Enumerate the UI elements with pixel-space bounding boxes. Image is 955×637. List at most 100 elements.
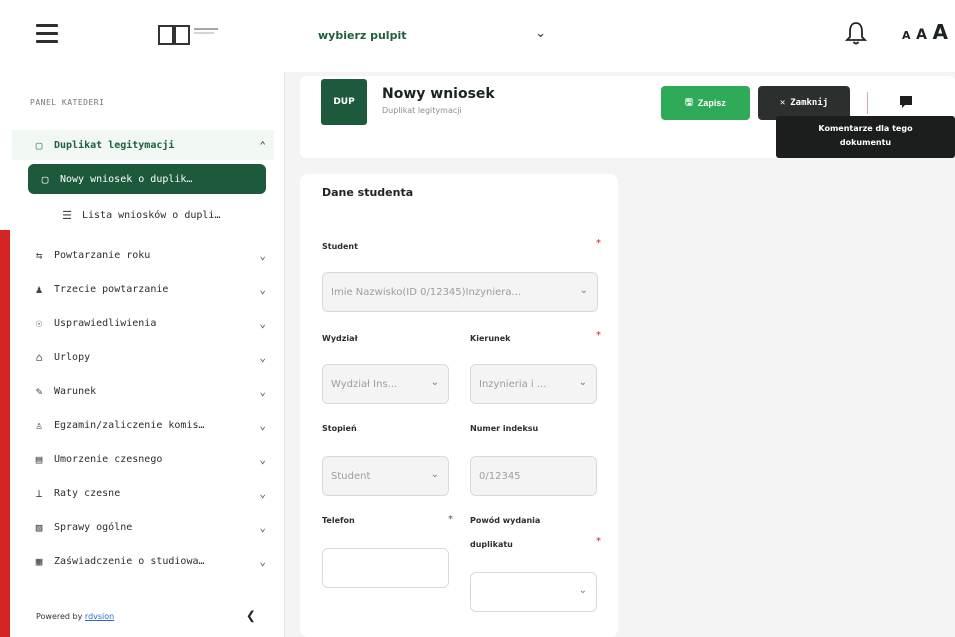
chevron-down-icon: ⌄ (259, 282, 266, 296)
chevron-down-icon: ⌄ (259, 384, 266, 398)
comment-tooltip-line2: dokumentu (839, 138, 892, 147)
comment-icon[interactable] (898, 94, 914, 110)
major-select-value: Inzynieria i ... (479, 378, 547, 390)
chevron-down-icon: ⌄ (259, 452, 266, 466)
index-field[interactable]: 0/12345 (470, 456, 597, 496)
major-label: Kierunek (470, 334, 511, 343)
top-bar: wybierz pulpit ⌄ A A A (0, 0, 955, 72)
chevron-down-icon: ⌄ (578, 585, 587, 596)
font-size-switcher[interactable]: A A A (902, 20, 948, 44)
edit-icon: ✎ (35, 384, 43, 398)
font-size-small[interactable]: A (902, 29, 911, 42)
card-icon: ▢ (41, 172, 49, 186)
sidebar-item-urlopy[interactable]: ⌂ Urlopy ⌄ (12, 342, 274, 372)
required-mark: * (596, 238, 601, 249)
faculty-label: Wydział (322, 334, 358, 343)
chevron-up-icon: ⌃ (259, 138, 266, 152)
home-icon: ⌂ (35, 350, 43, 364)
sidebar-item-umorzenie-czesnego[interactable]: ▤ Umorzenie czesnego ⌄ (12, 444, 274, 474)
sidebar-item-egzamin[interactable]: ♙ Egzamin/zaliczenie komis… ⌄ (12, 410, 274, 440)
font-size-medium[interactable]: A (916, 27, 927, 43)
sidebar-item-label: Umorzenie czesnego (54, 453, 163, 465)
university-logo (158, 25, 218, 45)
sidebar-item-raty-czesne[interactable]: ⊥ Raty czesne ⌄ (12, 478, 274, 508)
student-label: Student (322, 242, 358, 251)
phone-label: Telefon (322, 516, 355, 525)
section-title: Dane studenta (322, 186, 414, 199)
sidebar-item-label: Egzamin/zaliczenie komis… (54, 419, 205, 431)
font-size-large[interactable]: A (933, 20, 948, 44)
index-field-value: 0/12345 (479, 470, 521, 482)
reason-select[interactable]: ⌄ (470, 572, 597, 612)
save-icon: 🖫 (685, 97, 693, 107)
sidebar-item-trzecie-powtarzanie[interactable]: ♟ Trzecie powtarzanie ⌄ (12, 274, 274, 304)
major-select[interactable]: Inzynieria i ... ⌄ (470, 364, 597, 404)
sidebar-item-nowy-wniosek[interactable]: ▢ Nowy wniosek o duplik… (28, 164, 266, 194)
sidebar-item-label: Zaświadczenie o studiowa… (54, 555, 205, 567)
comment-tooltip-line1: Komentarze dla tego (818, 124, 913, 133)
reason-label-line2: duplikatu (470, 540, 513, 549)
comment-tooltip: Komentarze dla tego dokumentu (776, 116, 955, 158)
collapse-sidebar-icon[interactable]: ❮ (246, 606, 256, 625)
sidebar-item-label: Powtarzanie roku (54, 249, 151, 261)
close-button[interactable]: ✕ Zamknij (758, 86, 850, 120)
chevron-down-icon: ⌄ (579, 285, 588, 296)
degree-select[interactable]: Student ⌄ (322, 456, 449, 496)
certificate-icon: ▦ (35, 554, 43, 568)
sidebar-item-lista-wnioskow[interactable]: ☰ Lista wniosków o dupli… (28, 200, 274, 230)
sidebar-item-label: Warunek (54, 385, 97, 397)
reason-label-line1: Powód wydania (470, 516, 541, 525)
document-icon: ▤ (35, 452, 43, 466)
sidebar-item-label: Trzecie powtarzanie (54, 283, 169, 295)
index-label: Numer indeksu (470, 424, 539, 433)
people-icon: ♟ (35, 282, 43, 296)
chevron-down-icon: ⌄ (430, 469, 439, 480)
document-subtitle: Duplikat legitymacji (382, 106, 462, 115)
chevron-down-icon: ⌄ (259, 520, 266, 534)
degree-label: Stopień (322, 424, 357, 433)
powered-by: Powered by rdvsion (36, 612, 114, 621)
save-button-label: Zapisz (697, 98, 726, 108)
sidebar-item-powtarzanie-roku[interactable]: ⇆ Powtarzanie roku ⌄ (12, 240, 274, 270)
chevron-down-icon: ⌄ (259, 418, 266, 432)
required-mark: * (596, 536, 601, 547)
degree-select-value: Student (331, 470, 371, 482)
sidebar-item-sprawy-ogolne[interactable]: ▨ Sprawy ogólne ⌄ (12, 512, 274, 542)
chevron-down-icon: ⌄ (535, 26, 546, 41)
sidebar-item-label: Usprawiedliwienia (54, 317, 157, 329)
dashboard-select[interactable]: wybierz pulpit ⌄ (318, 20, 554, 50)
divider (867, 92, 868, 114)
close-button-label: Zamknij (790, 98, 829, 108)
phone-input[interactable] (322, 548, 449, 588)
save-button[interactable]: 🖫 Zapisz (661, 86, 750, 120)
powered-by-text: Powered by (36, 612, 85, 621)
chevron-down-icon: ⌄ (578, 377, 587, 388)
person-icon: ♙ (35, 418, 43, 432)
required-mark: * (596, 330, 601, 341)
sidebar-item-label: Nowy wniosek o duplik… (60, 173, 193, 185)
sidebar-item-zaswiadczenie[interactable]: ▦ Zaświadczenie o studiowa… ⌄ (12, 546, 274, 576)
sidebar-item-label: Sprawy ogólne (54, 521, 133, 533)
sidebar-group-duplikat[interactable]: ▢ Duplikat legitymacji ⌃ (12, 130, 274, 160)
document-title: Nowy wniosek (382, 86, 495, 102)
chevron-down-icon: ⌄ (259, 554, 266, 568)
close-icon: ✕ (779, 98, 786, 108)
chevron-down-icon: ⌄ (430, 377, 439, 388)
folder-icon: ▨ (35, 520, 43, 534)
sidebar-item-label: Lista wniosków o dupli… (82, 209, 221, 221)
sidebar: PANEL KATEDERI ▢ Duplikat legitymacji ⌃ … (0, 72, 285, 637)
student-select[interactable]: Imie Nazwisko(ID 0/12345)Inzyniera... ⌄ (322, 272, 598, 312)
sidebar-item-usprawiedliwienia[interactable]: ☉ Usprawiedliwienia ⌄ (12, 308, 274, 338)
accent-bar (0, 230, 10, 637)
chevron-down-icon: ⌄ (259, 486, 266, 500)
sidebar-item-label: Duplikat legitymacji (54, 139, 175, 151)
shield-icon: ☉ (35, 316, 43, 330)
sidebar-item-label: Raty czesne (54, 487, 121, 499)
powered-by-link[interactable]: rdvsion (85, 612, 114, 621)
bell-icon[interactable] (844, 20, 868, 46)
sidebar-item-warunek[interactable]: ✎ Warunek ⌄ (12, 376, 274, 406)
faculty-select[interactable]: Wydział Ins... ⌄ (322, 364, 449, 404)
hamburger-menu-icon[interactable] (36, 24, 58, 44)
card-icon: ▢ (35, 138, 43, 152)
faculty-select-value: Wydział Ins... (331, 378, 398, 390)
